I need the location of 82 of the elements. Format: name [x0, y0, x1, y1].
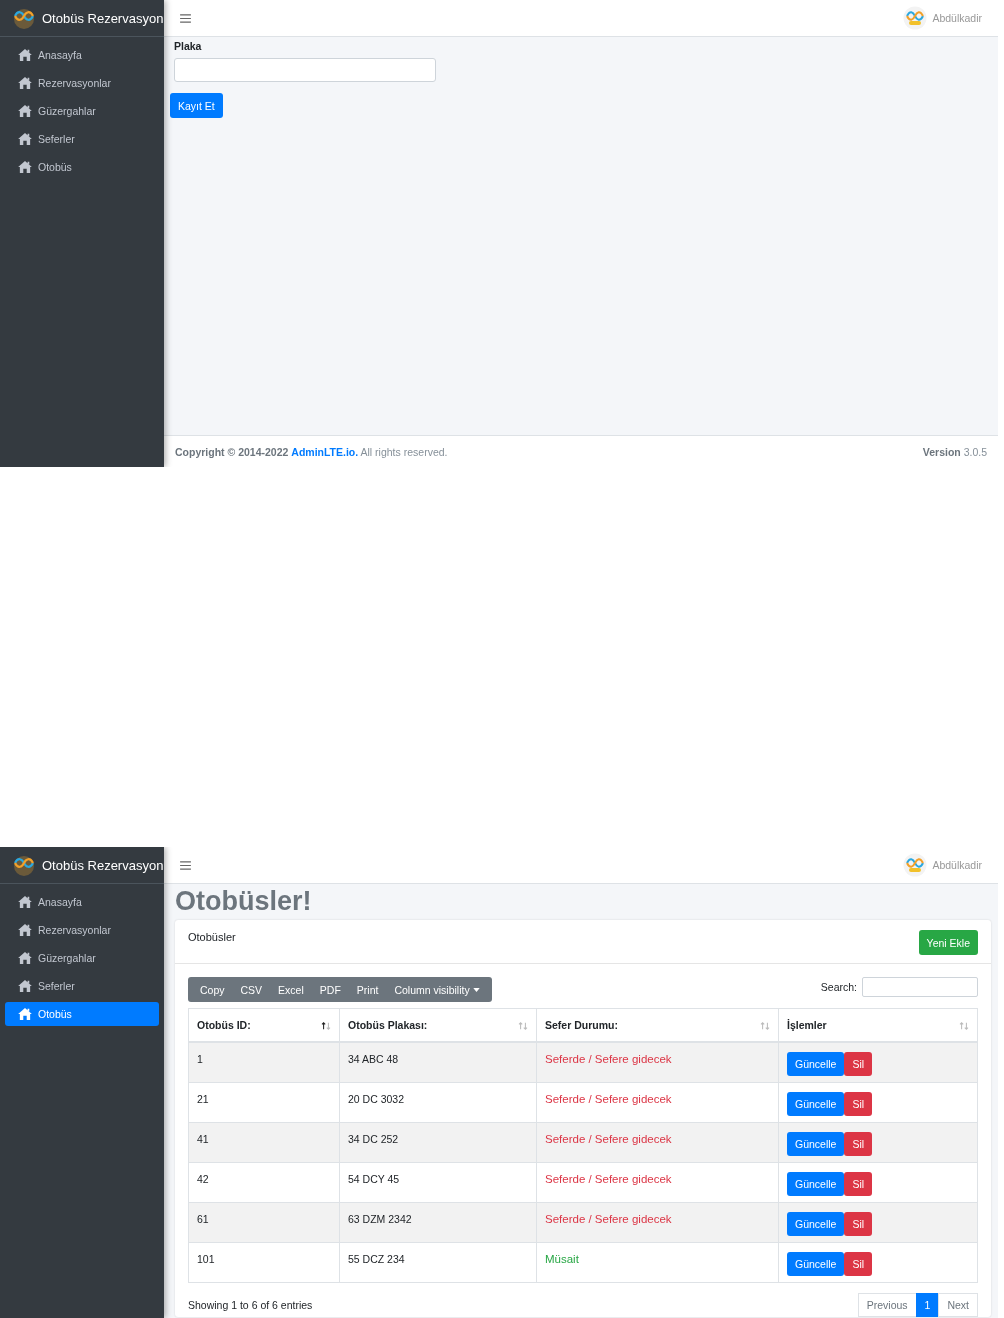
brand-title: Otobüs Rezervasyon	[42, 857, 164, 873]
table-cell: 1	[197, 1053, 203, 1065]
status-text: Müsait	[545, 1252, 579, 1265]
brand-title: Otobüs Rezervasyon	[42, 10, 164, 26]
menu-icon[interactable]	[180, 860, 191, 870]
delete-button[interactable]: Sil	[844, 1052, 873, 1076]
home-icon	[18, 105, 32, 117]
user-name[interactable]: Abdülkadir	[932, 859, 982, 871]
add-button[interactable]: Yeni Ekle	[918, 930, 978, 955]
adminlte-link[interactable]: AdminLTE.io.	[291, 445, 359, 458]
sidebar-item[interactable]: Rezervasyonlar	[5, 918, 159, 942]
sidebar-item[interactable]: Seferler	[5, 974, 159, 998]
sidebar-item[interactable]: Güzergahlar	[5, 99, 159, 123]
sidebar-item[interactable]: Rezervasyonlar	[5, 71, 159, 95]
export-button[interactable]: CSV	[232, 977, 271, 1002]
update-button[interactable]: Güncelle	[787, 1131, 845, 1156]
menu-icon[interactable]	[180, 13, 191, 23]
table-cell: 21	[197, 1092, 209, 1105]
home-icon	[18, 952, 32, 964]
avatar-icon	[903, 6, 928, 30]
sidebar-item[interactable]: Anasayfa	[5, 890, 159, 914]
field-label: Plaka	[174, 40, 202, 52]
home-icon	[18, 49, 32, 61]
card-title: Otobüsler	[188, 931, 236, 943]
home-icon	[18, 980, 32, 992]
delete-button[interactable]: Sil	[844, 1091, 873, 1116]
table-cell: 34 DC 252	[348, 1132, 399, 1145]
delete-button[interactable]: Sil	[844, 1251, 873, 1276]
logo-icon	[12, 6, 36, 30]
sidebar-item[interactable]: Seferler	[5, 127, 159, 151]
home-icon	[18, 161, 32, 173]
table-cell: 34 ABC 48	[348, 1053, 399, 1065]
delete-button[interactable]: Sil	[844, 1131, 873, 1156]
sidebar-item[interactable]: Güzergahlar	[5, 946, 159, 970]
delete-button[interactable]: Sil	[844, 1171, 873, 1196]
sidebar-item[interactable]: Otobüs	[5, 1002, 159, 1026]
search-label: Search:	[820, 981, 857, 993]
avatar-icon	[903, 853, 928, 877]
export-button[interactable]: Copy	[192, 977, 233, 1002]
plate-input[interactable]	[174, 58, 436, 82]
status-text: Seferde / Sefere gidecek	[545, 1172, 672, 1185]
copyright-text: Copyright © 2014-2022 AdminLTE.io. All rights reserved.	[175, 445, 448, 458]
home-icon	[18, 77, 32, 89]
logo-icon	[12, 853, 36, 877]
status-text: Seferde / Sefere gidecek	[545, 1092, 672, 1105]
update-button[interactable]: Güncelle	[787, 1171, 845, 1196]
column-visibility-button[interactable]: Column visibility	[386, 977, 488, 1002]
delete-button[interactable]: Sil	[844, 1211, 873, 1236]
next-page-button[interactable]: Next	[938, 1292, 978, 1317]
home-icon	[18, 1008, 32, 1020]
export-button[interactable]: Print	[348, 977, 387, 1002]
table-cell: 41	[197, 1132, 209, 1145]
user-name[interactable]: Abdülkadir	[932, 12, 982, 24]
caret-icon	[472, 987, 480, 992]
sidebar-item[interactable]: Anasayfa	[5, 43, 159, 67]
home-icon	[18, 133, 32, 145]
save-button[interactable]: Kayıt Et	[170, 93, 223, 118]
page-button[interactable]: 1	[915, 1292, 940, 1317]
table-cell: 20 DC 3032	[348, 1092, 405, 1105]
entries-info: Showing 1 to 6 of 6 entries	[188, 1298, 313, 1311]
update-button[interactable]: Güncelle	[787, 1091, 845, 1116]
table-cell: 63 DZM 2342	[348, 1212, 412, 1225]
sidebar-item[interactable]: Otobüs	[5, 155, 159, 179]
sort-icon[interactable]	[321, 1022, 331, 1030]
home-icon	[18, 896, 32, 908]
version-text: Version 3.0.5	[922, 445, 987, 458]
table-cell: 55 DCZ 234	[348, 1252, 405, 1265]
table-cell: 101	[197, 1252, 215, 1265]
status-text: Seferde / Sefere gidecek	[545, 1132, 672, 1145]
update-button[interactable]: Güncelle	[787, 1251, 845, 1276]
update-button[interactable]: Güncelle	[787, 1211, 845, 1236]
status-text: Seferde / Sefere gidecek	[545, 1212, 672, 1225]
home-icon	[18, 924, 32, 936]
page-title: Otobüsler!	[175, 886, 313, 916]
search-field[interactable]	[862, 977, 978, 997]
table-cell: 42	[197, 1172, 209, 1185]
table-cell: 54 DCY 45	[348, 1172, 400, 1185]
table-cell: 61	[197, 1212, 209, 1225]
update-button[interactable]: Güncelle	[787, 1052, 845, 1076]
status-text: Seferde / Sefere gidecek	[545, 1053, 672, 1065]
export-button[interactable]: Excel	[270, 977, 312, 1002]
export-button[interactable]: PDF	[311, 977, 349, 1002]
